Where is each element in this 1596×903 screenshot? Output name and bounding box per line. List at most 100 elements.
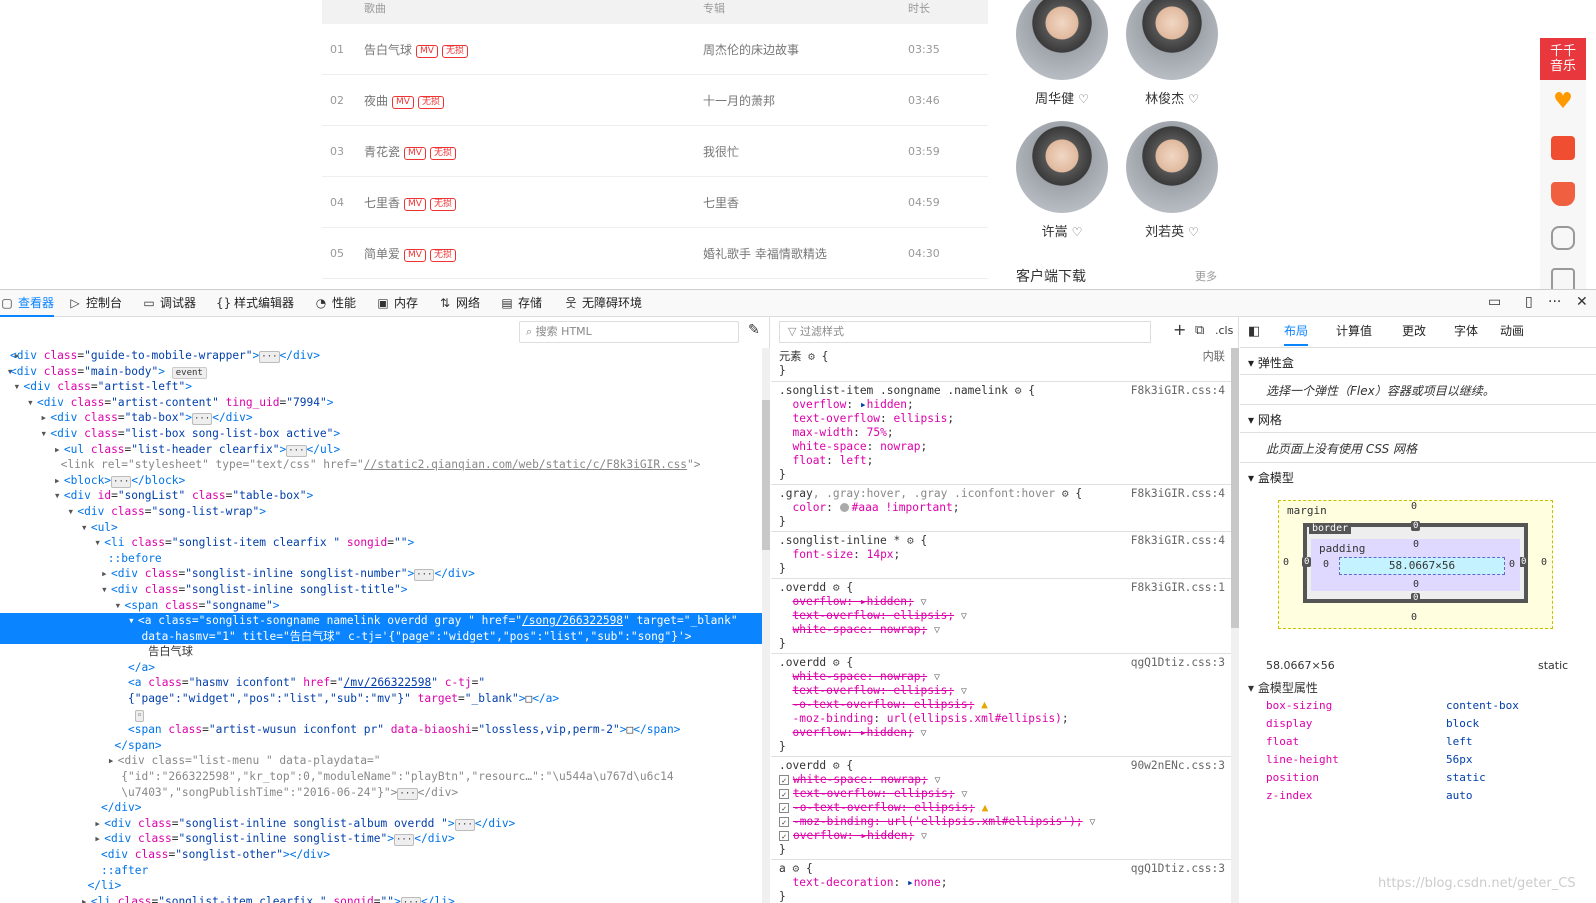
rule-list[interactable]: 元素 ⚙ {内联 } .songlist-item .songname .nam… (771, 348, 1231, 903)
tree-node[interactable]: \u7403","songPublishTime":"2016-06-24"}"… (0, 785, 762, 801)
artist-card[interactable]: 林俊杰 ♡ (1126, 0, 1218, 107)
vip-icon[interactable]: ♥ (1551, 90, 1575, 114)
tree-node[interactable]: </a> (0, 660, 762, 676)
artist-name[interactable]: 周华健 (1035, 92, 1074, 107)
border-left-value[interactable]: 0 (1302, 557, 1312, 567)
more-options-icon[interactable]: ··· (1548, 294, 1561, 310)
responsive-design-icon[interactable]: ▯ (1525, 294, 1533, 310)
margin-top-value[interactable]: 0 (1411, 501, 1417, 512)
song-album[interactable]: 七里香 (703, 194, 739, 211)
song-row[interactable]: 04 七里香 MV 无损 七里香 04:59 (322, 177, 988, 228)
tree-node[interactable]: ▾ <span class="songname"> (0, 598, 762, 614)
song-name-text[interactable]: 青花瓷 (364, 145, 400, 159)
tree-node[interactable]: ▸ <block> ··· </block> (0, 473, 762, 489)
tab-memory[interactable]: ▣ 内存 (376, 290, 418, 317)
gear-icon[interactable]: ⚙ (833, 656, 840, 669)
mv-badge[interactable]: MV (416, 45, 438, 58)
margin-right-value[interactable]: 0 (1541, 557, 1547, 568)
artist-name[interactable]: 刘若英 (1145, 225, 1184, 240)
tab-fonts[interactable]: 字体 (1454, 317, 1478, 346)
tree-node[interactable]: <div class="songlist-other"></div> (0, 847, 762, 863)
artist-card[interactable]: 许嵩 ♡ (1016, 121, 1108, 240)
property-checkbox[interactable]: ✓ (779, 817, 789, 827)
artist-photo[interactable] (1016, 0, 1108, 80)
gear-icon[interactable]: ⚙ (808, 350, 815, 363)
tab-changes[interactable]: 更改 (1402, 317, 1426, 346)
grid-section-header[interactable]: ▾ 网格 (1240, 405, 1596, 433)
artist-photo[interactable] (1016, 121, 1108, 213)
tree-node[interactable]: ▾ <li class="songlist-item clearfix " son… (0, 535, 762, 551)
css-rule[interactable]: .songlist-item .songname .namelink ⚙ {F8… (771, 382, 1231, 485)
mv-badge[interactable]: MV (404, 249, 426, 262)
margin-bottom-value[interactable]: 0 (1411, 612, 1417, 623)
box-model-diagram[interactable]: margin 0 0 0 0 border 0 0 0 0 padding 0 … (1278, 500, 1553, 629)
padding-right-value[interactable]: 0 (1509, 559, 1515, 570)
css-rule[interactable]: .songlist-inline * ⚙ {F8k3iGIR.css:4 fon… (771, 532, 1231, 579)
box-props-header[interactable]: ▾ 盒模型属性 (1248, 679, 1318, 696)
filter-icon[interactable]: ▽ (961, 611, 967, 622)
song-album[interactable]: 婚礼歌手 幸福情歌精选 (703, 245, 827, 262)
song-name[interactable]: 告白气球 MV 无损 (364, 41, 468, 58)
tree-node[interactable]: ▾ <div class="song-list-wrap"> (0, 504, 762, 520)
song-name-text[interactable]: 夜曲 (364, 94, 388, 108)
tab-debugger[interactable]: ▭ 调试器 (142, 290, 196, 317)
heart-icon[interactable]: ♡ (1188, 225, 1199, 239)
tree-node[interactable]: ▸ <div class="songlist-inline songlist-ti… (0, 831, 762, 847)
download-icon[interactable] (1551, 182, 1575, 206)
filter-icon[interactable]: ▽ (961, 789, 967, 800)
property-checkbox[interactable]: ✓ (779, 803, 789, 813)
gear-icon[interactable]: ⚙ (1062, 487, 1069, 500)
tree-node[interactable]: </li> (0, 878, 762, 894)
mv-badge[interactable]: MV (404, 198, 426, 211)
tree-node[interactable]: <span class="artist-wusun iconfont pr" d… (0, 722, 762, 738)
tree-node-selected[interactable]: ▾ <a class="songlist-songname namelink ov… (0, 613, 762, 629)
tree-node[interactable]: ◦ (0, 707, 762, 723)
tab-computed[interactable]: 计算值 (1336, 317, 1372, 346)
song-name-text[interactable]: 简单爱 (364, 247, 400, 261)
mv-badge[interactable]: MV (404, 147, 426, 160)
song-row[interactable]: 02 夜曲 MV 无损 十一月的萧邦 03:46 (322, 75, 988, 126)
gear-icon[interactable]: ⚙ (907, 534, 914, 547)
more-link[interactable]: 更多 (1195, 268, 1217, 284)
artist-photo[interactable] (1126, 0, 1218, 80)
heart-icon[interactable]: ♡ (1188, 92, 1199, 106)
song-name[interactable]: 七里香 MV 无损 (364, 194, 456, 211)
qianqian-logo[interactable]: 千千 音乐 (1540, 38, 1586, 80)
artist-name[interactable]: 林俊杰 (1145, 92, 1184, 107)
border-right-value[interactable]: 0 (1519, 557, 1529, 567)
filter-icon[interactable]: ▽ (961, 686, 967, 697)
tree-node[interactable]: ▸ <div class="songlist-inline songlist-al… (0, 816, 762, 832)
property-checkbox[interactable]: ✓ (779, 831, 789, 841)
filter-styles-input[interactable]: ▽ 过滤样式 (779, 321, 1151, 343)
tree-node-selected[interactable]: data-hasmv="1" title="告白气球" c-tj='{"page… (0, 628, 762, 645)
css-rule[interactable]: .overdd ⚙ {F8k3iGIR.css:1 overflow: ▸hid… (771, 579, 1231, 654)
filter-icon[interactable]: ▽ (920, 597, 926, 608)
apps-icon[interactable] (1551, 226, 1575, 250)
tree-node[interactable]: 告白气球 (0, 644, 762, 660)
tree-node[interactable]: <a class="hasmv iconfont" href="/mv/2663… (0, 675, 762, 691)
border-bottom-value[interactable]: 0 (1411, 593, 1421, 603)
tree-node[interactable]: ▾ <div class="artist-content" ting_uid="7… (0, 395, 762, 411)
filter-icon[interactable]: ▽ (1089, 817, 1095, 828)
gear-icon[interactable]: ⚙ (793, 862, 800, 875)
css-rule[interactable]: .overdd ⚙ {qgQ1Dtiz.css:3 white-space: n… (771, 654, 1231, 757)
tree-node[interactable]: </span> (0, 738, 762, 754)
tree-node[interactable]: </div> (0, 800, 762, 816)
feedback-icon[interactable] (1551, 268, 1575, 289)
property-checkbox[interactable]: ✓ (779, 789, 789, 799)
tree-node[interactable]: {"page":"widget","pos":"list","sub":"mv"… (0, 691, 762, 707)
eyedropper-icon[interactable]: ✎ (748, 322, 760, 338)
padding-top-value[interactable]: 0 (1413, 539, 1419, 550)
song-album[interactable]: 十一月的萧邦 (703, 92, 775, 109)
filter-icon[interactable]: ▽ (934, 775, 940, 786)
markup-tree[interactable]: ▸<div class="guide-to-mobile-wrapper"> ··… (0, 348, 762, 903)
tab-accessibility[interactable]: 웃 无障碍环境 (564, 290, 642, 317)
margin-left-value[interactable]: 0 (1283, 557, 1289, 568)
tv-icon[interactable] (1551, 136, 1575, 160)
tree-node[interactable]: ▸<div class="guide-to-mobile-wrapper"> ··… (0, 348, 762, 364)
song-name[interactable]: 夜曲 MV 无损 (364, 92, 444, 109)
property-checkbox[interactable]: ✓ (779, 775, 789, 785)
inspector-scroll-thumb[interactable] (762, 400, 770, 550)
padding-left-value[interactable]: 0 (1323, 559, 1329, 570)
artist-name[interactable]: 许嵩 (1042, 225, 1068, 240)
